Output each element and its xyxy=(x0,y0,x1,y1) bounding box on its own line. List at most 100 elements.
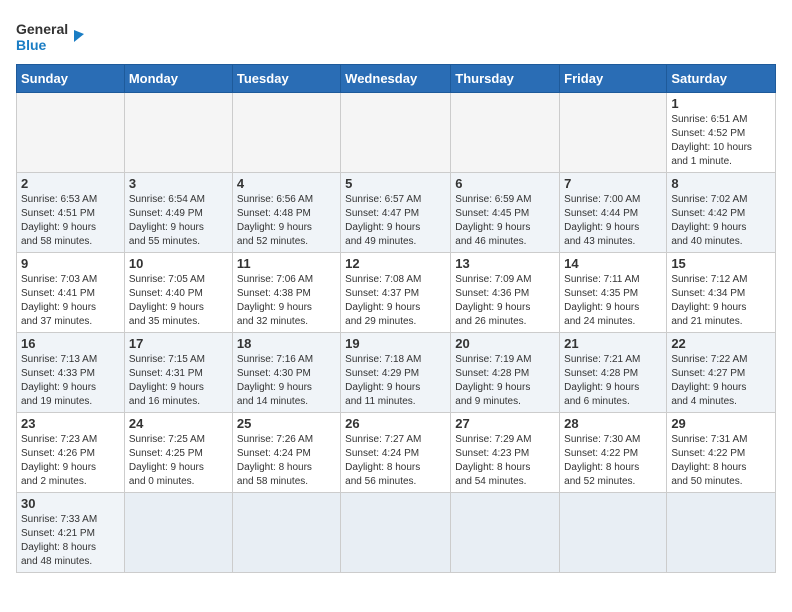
day-number: 10 xyxy=(129,256,228,271)
day-number: 1 xyxy=(671,96,771,111)
calendar-day-cell: 29 Sunrise: 7:31 AMSunset: 4:22 PMDayligh… xyxy=(667,413,776,493)
day-number: 12 xyxy=(345,256,446,271)
calendar-day-cell: 20 Sunrise: 7:19 AMSunset: 4:28 PMDayligh… xyxy=(451,333,560,413)
calendar-day-cell xyxy=(560,493,667,573)
calendar-day-cell: 27 Sunrise: 7:29 AMSunset: 4:23 PMDayligh… xyxy=(451,413,560,493)
calendar-week-row: 1Sunrise: 6:51 AMSunset: 4:52 PMDaylight… xyxy=(17,93,776,173)
day-number: 26 xyxy=(345,416,446,431)
day-number: 4 xyxy=(237,176,336,191)
calendar-week-row: 9Sunrise: 7:03 AMSunset: 4:41 PMDaylight… xyxy=(17,253,776,333)
calendar-day-cell xyxy=(451,93,560,173)
day-number: 29 xyxy=(671,416,771,431)
calendar-day-cell xyxy=(232,493,340,573)
calendar-day-cell: 8Sunrise: 7:02 AMSunset: 4:42 PMDaylight… xyxy=(667,173,776,253)
day-number: 20 xyxy=(455,336,555,351)
svg-text:Blue: Blue xyxy=(16,37,47,53)
calendar-day-cell: 19 Sunrise: 7:18 AMSunset: 4:29 PMDayligh… xyxy=(341,333,451,413)
calendar-day-cell: 22 Sunrise: 7:22 AMSunset: 4:27 PMDayligh… xyxy=(667,333,776,413)
calendar-day-cell: 2 Sunrise: 6:53 AMSunset: 4:51 PMDaylight… xyxy=(17,173,125,253)
day-number: 2 xyxy=(21,176,120,191)
day-number: 24 xyxy=(129,416,228,431)
day-number: 18 xyxy=(237,336,336,351)
calendar-day-cell: 10 Sunrise: 7:05 AMSunset: 4:40 PMDayligh… xyxy=(124,253,232,333)
calendar-day-cell: 21Sunrise: 7:21 AMSunset: 4:28 PMDayligh… xyxy=(560,333,667,413)
calendar-day-cell: 13Sunrise: 7:09 AMSunset: 4:36 PMDayligh… xyxy=(451,253,560,333)
day-info: Sunrise: 6:59 AMSunset: 4:45 PMDaylight:… xyxy=(455,193,555,249)
day-number: 25 xyxy=(237,416,336,431)
calendar-day-cell: 9Sunrise: 7:03 AMSunset: 4:41 PMDaylight… xyxy=(17,253,125,333)
day-info: Sunrise: 7:19 AMSunset: 4:28 PMDaylight:… xyxy=(455,353,555,409)
page-header: GeneralBlue xyxy=(16,16,776,56)
day-number: 23 xyxy=(21,416,120,431)
calendar-day-cell xyxy=(341,93,451,173)
day-number: 27 xyxy=(455,416,555,431)
day-info: Sunrise: 7:13 AMSunset: 4:33 PMDaylight:… xyxy=(21,353,120,409)
day-info: Sunrise: 6:53 AMSunset: 4:51 PMDaylight:… xyxy=(21,193,120,249)
day-number: 19 xyxy=(345,336,446,351)
calendar-day-cell: 5 Sunrise: 6:57 AMSunset: 4:47 PMDaylight… xyxy=(341,173,451,253)
calendar-day-cell: 30Sunrise: 7:33 AMSunset: 4:21 PMDayligh… xyxy=(17,493,125,573)
day-info: Sunrise: 7:05 AMSunset: 4:40 PMDaylight:… xyxy=(129,273,228,329)
day-info: Sunrise: 7:27 AMSunset: 4:24 PMDaylight:… xyxy=(345,433,446,489)
calendar-day-cell: 12 Sunrise: 7:08 AMSunset: 4:37 PMDayligh… xyxy=(341,253,451,333)
day-info: Sunrise: 7:22 AMSunset: 4:27 PMDaylight:… xyxy=(671,353,771,409)
calendar-day-cell: 18 Sunrise: 7:16 AMSunset: 4:30 PMDayligh… xyxy=(232,333,340,413)
day-info: Sunrise: 6:57 AMSunset: 4:47 PMDaylight:… xyxy=(345,193,446,249)
weekday-header-sunday: Sunday xyxy=(17,65,125,93)
calendar-day-cell: 7Sunrise: 7:00 AMSunset: 4:44 PMDaylight… xyxy=(560,173,667,253)
day-number: 16 xyxy=(21,336,120,351)
day-info: Sunrise: 7:09 AMSunset: 4:36 PMDaylight:… xyxy=(455,273,555,329)
day-number: 11 xyxy=(237,256,336,271)
day-number: 7 xyxy=(564,176,662,191)
calendar-day-cell xyxy=(560,93,667,173)
calendar-day-cell xyxy=(451,493,560,573)
calendar-day-cell: 3 Sunrise: 6:54 AMSunset: 4:49 PMDaylight… xyxy=(124,173,232,253)
weekday-header-friday: Friday xyxy=(560,65,667,93)
svg-text:General: General xyxy=(16,21,68,37)
day-number: 28 xyxy=(564,416,662,431)
day-info: Sunrise: 7:29 AMSunset: 4:23 PMDaylight:… xyxy=(455,433,555,489)
day-number: 5 xyxy=(345,176,446,191)
day-info: Sunrise: 7:26 AMSunset: 4:24 PMDaylight:… xyxy=(237,433,336,489)
calendar-day-cell: 4Sunrise: 6:56 AMSunset: 4:48 PMDaylight… xyxy=(232,173,340,253)
calendar-day-cell xyxy=(667,493,776,573)
calendar-week-row: 16 Sunrise: 7:13 AMSunset: 4:33 PMDayligh… xyxy=(17,333,776,413)
calendar-day-cell: 28 Sunrise: 7:30 AMSunset: 4:22 PMDayligh… xyxy=(560,413,667,493)
day-info: Sunrise: 7:15 AMSunset: 4:31 PMDaylight:… xyxy=(129,353,228,409)
calendar-day-cell: 23 Sunrise: 7:23 AMSunset: 4:26 PMDayligh… xyxy=(17,413,125,493)
logo: GeneralBlue xyxy=(16,16,86,56)
day-number: 8 xyxy=(671,176,771,191)
day-info: Sunrise: 7:11 AMSunset: 4:35 PMDaylight:… xyxy=(564,273,662,329)
calendar-day-cell xyxy=(17,93,125,173)
weekday-header-thursday: Thursday xyxy=(451,65,560,93)
day-number: 17 xyxy=(129,336,228,351)
day-number: 3 xyxy=(129,176,228,191)
weekday-header-saturday: Saturday xyxy=(667,65,776,93)
calendar-day-cell xyxy=(124,93,232,173)
calendar-day-cell: 17 Sunrise: 7:15 AMSunset: 4:31 PMDayligh… xyxy=(124,333,232,413)
day-number: 14 xyxy=(564,256,662,271)
calendar-day-cell: 14 Sunrise: 7:11 AMSunset: 4:35 PMDayligh… xyxy=(560,253,667,333)
calendar-week-row: 30Sunrise: 7:33 AMSunset: 4:21 PMDayligh… xyxy=(17,493,776,573)
calendar-day-cell: 1Sunrise: 6:51 AMSunset: 4:52 PMDaylight… xyxy=(667,93,776,173)
calendar-day-cell xyxy=(341,493,451,573)
calendar-day-cell: 15Sunrise: 7:12 AMSunset: 4:34 PMDayligh… xyxy=(667,253,776,333)
calendar-day-cell: 26 Sunrise: 7:27 AMSunset: 4:24 PMDayligh… xyxy=(341,413,451,493)
day-info: Sunrise: 6:54 AMSunset: 4:49 PMDaylight:… xyxy=(129,193,228,249)
day-number: 30 xyxy=(21,496,120,511)
day-number: 22 xyxy=(671,336,771,351)
day-info: Sunrise: 7:23 AMSunset: 4:26 PMDaylight:… xyxy=(21,433,120,489)
calendar-day-cell: 11Sunrise: 7:06 AMSunset: 4:38 PMDayligh… xyxy=(232,253,340,333)
day-info: Sunrise: 7:18 AMSunset: 4:29 PMDaylight:… xyxy=(345,353,446,409)
day-info: Sunrise: 7:30 AMSunset: 4:22 PMDaylight:… xyxy=(564,433,662,489)
day-info: Sunrise: 7:08 AMSunset: 4:37 PMDaylight:… xyxy=(345,273,446,329)
calendar-day-cell xyxy=(232,93,340,173)
day-info: Sunrise: 7:16 AMSunset: 4:30 PMDaylight:… xyxy=(237,353,336,409)
day-info: Sunrise: 7:31 AMSunset: 4:22 PMDaylight:… xyxy=(671,433,771,489)
calendar-day-cell xyxy=(124,493,232,573)
day-info: Sunrise: 7:21 AMSunset: 4:28 PMDaylight:… xyxy=(564,353,662,409)
day-info: Sunrise: 7:25 AMSunset: 4:25 PMDaylight:… xyxy=(129,433,228,489)
calendar-week-row: 23 Sunrise: 7:23 AMSunset: 4:26 PMDayligh… xyxy=(17,413,776,493)
weekday-header-row: SundayMondayTuesdayWednesdayThursdayFrid… xyxy=(17,65,776,93)
day-number: 15 xyxy=(671,256,771,271)
